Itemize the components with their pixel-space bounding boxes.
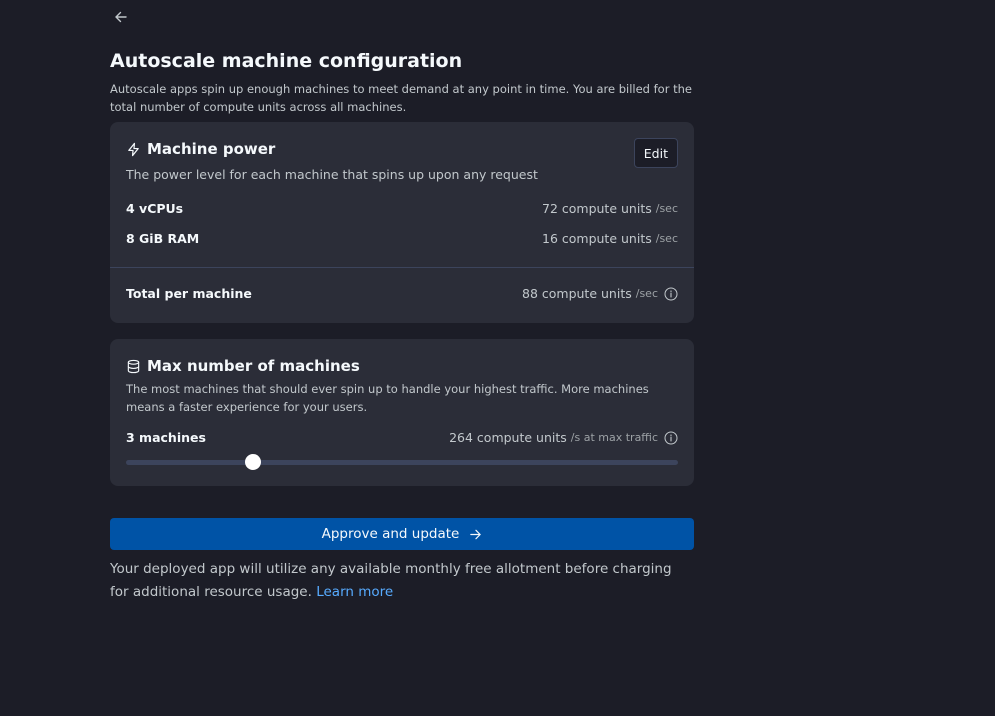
machine-power-title: Machine power xyxy=(126,140,275,158)
cpu-row: 4 vCPUs 72 compute units/sec xyxy=(126,201,678,216)
machine-power-card: Machine power Edit The power level for e… xyxy=(110,122,694,323)
ram-value: 16 compute units/sec xyxy=(542,231,678,246)
lightning-icon xyxy=(126,142,141,157)
total-value: 88 compute units/sec xyxy=(522,286,678,301)
max-compute-unit: /s at max traffic xyxy=(571,431,658,444)
footer-note: Your deployed app will utilize any avail… xyxy=(110,558,694,604)
machine-power-description: The power level for each machine that sp… xyxy=(126,167,538,182)
machines-count-label: 3 machines xyxy=(126,430,206,445)
ram-compute-units: 16 compute units xyxy=(542,231,652,246)
cpu-label: 4 vCPUs xyxy=(126,201,184,216)
ram-unit: /sec xyxy=(655,232,678,245)
page-title: Autoscale machine configuration xyxy=(110,50,463,72)
info-icon[interactable] xyxy=(664,431,678,445)
machines-slider[interactable] xyxy=(126,454,678,470)
cpu-value: 72 compute units/sec xyxy=(542,201,678,216)
max-compute-value: 264 compute units/s at max traffic xyxy=(449,430,678,445)
total-row: Total per machine 88 compute units/sec xyxy=(126,286,678,301)
database-icon xyxy=(126,359,141,374)
learn-more-link[interactable]: Learn more xyxy=(316,584,393,600)
page-subtitle: Autoscale apps spin up enough machines t… xyxy=(110,82,692,114)
back-button[interactable] xyxy=(111,7,131,27)
max-compute-unit-text: /s xyxy=(570,431,581,444)
main-content: Autoscale machine configuration Autoscal… xyxy=(110,48,694,600)
arrow-right-icon xyxy=(470,529,482,539)
info-icon[interactable] xyxy=(664,287,678,301)
approve-label: Approve and update xyxy=(321,526,460,542)
machines-count-row: 3 machines 264 compute units/s at max tr… xyxy=(126,430,678,445)
cpu-unit: /sec xyxy=(655,202,678,215)
max-machines-title: Max number of machines xyxy=(126,357,360,375)
total-label: Total per machine xyxy=(126,286,252,301)
card-divider xyxy=(110,267,694,268)
total-compute-units: 88 compute units xyxy=(522,286,632,301)
max-machines-description: The most machines that should ever spin … xyxy=(126,382,649,414)
edit-button[interactable]: Edit xyxy=(633,138,678,168)
arrow-left-icon xyxy=(115,11,127,23)
machine-power-title-text: Machine power xyxy=(147,140,276,158)
approve-and-update-button[interactable]: Approve and update xyxy=(110,518,694,550)
page: Autoscale machine configuration Autoscal… xyxy=(0,0,995,716)
ram-label: 8 GiB RAM xyxy=(126,231,200,246)
max-machines-title-text: Max number of machines xyxy=(147,357,360,375)
max-traffic-suffix: at max traffic xyxy=(580,431,658,444)
cpu-compute-units: 72 compute units xyxy=(542,201,652,216)
max-compute-units: 264 compute units xyxy=(449,430,567,445)
total-unit: /sec xyxy=(635,287,658,300)
slider-thumb[interactable] xyxy=(244,454,261,470)
ram-row: 8 GiB RAM 16 compute units/sec xyxy=(126,231,678,246)
max-machines-card: Max number of machines The most machines… xyxy=(110,339,694,486)
